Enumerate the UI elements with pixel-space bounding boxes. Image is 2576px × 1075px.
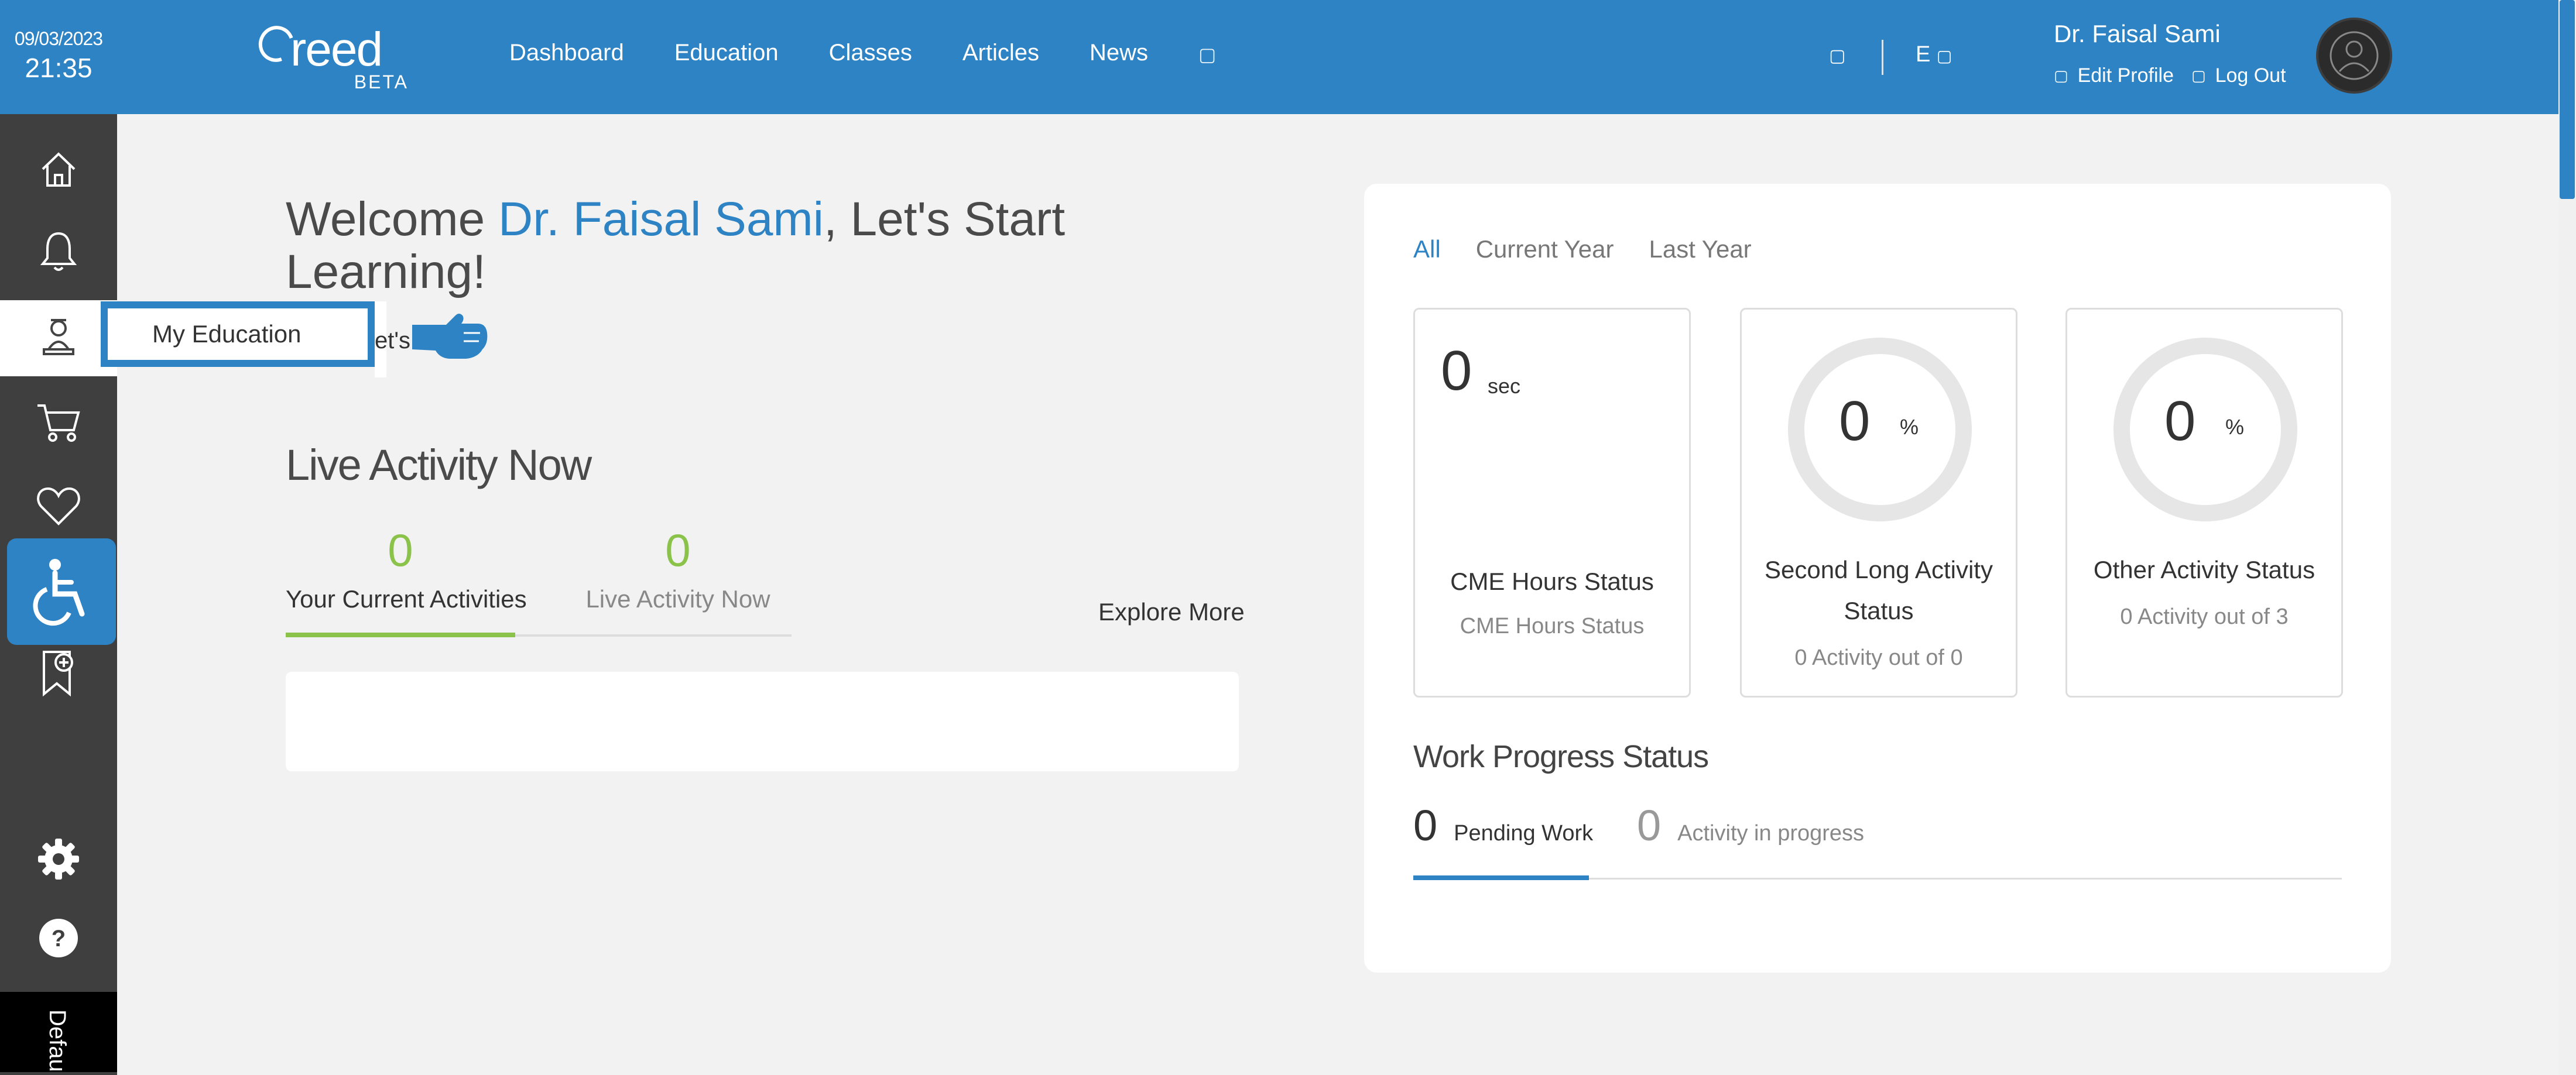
cart-icon — [37, 404, 80, 442]
edit-profile-link[interactable]: ▢ Edit Profile — [2054, 64, 2174, 87]
work-progress-active-indicator — [1413, 875, 1589, 880]
logo-text: reed — [290, 23, 383, 76]
sidebar-item-favorites[interactable] — [0, 468, 117, 544]
nav-classes[interactable]: Classes — [829, 40, 912, 66]
other-activity-subtitle: 0 Activity out of 3 — [2120, 605, 2289, 629]
filter-current-year[interactable]: Current Year — [1476, 235, 1614, 263]
pending-work-count: 0 — [1413, 801, 1438, 850]
date-time: 09/03/2023 21:35 — [0, 28, 117, 84]
live-activity-title: Live Activity Now — [286, 441, 592, 489]
main-nav: Dashboard Education Classes Articles New… — [509, 40, 1216, 66]
tab-activity-in-progress[interactable]: 0 Activity in progress — [1637, 801, 1864, 850]
nav-more-icon[interactable]: ▢ — [1198, 43, 1216, 66]
log-out-label: Log Out — [2215, 64, 2286, 87]
sidebar-item-cart[interactable] — [0, 384, 117, 461]
second-long-activity-card: 0 % Second Long Activity Status 0 Activi… — [1740, 308, 2017, 698]
sidebar-item-my-education[interactable] — [0, 300, 117, 376]
avatar[interactable] — [2316, 18, 2392, 94]
filter-all[interactable]: All — [1413, 235, 1441, 263]
second-long-activity-unit: % — [1900, 415, 1919, 439]
gear-icon — [38, 839, 79, 880]
language-dropdown-icon: ▢ — [1936, 47, 1952, 65]
tab-live-activity-now[interactable]: 0 Live Activity Now — [563, 524, 793, 613]
cme-hours-subtitle: CME Hours Status — [1460, 614, 1645, 638]
activity-list-card — [286, 672, 1239, 771]
logo[interactable]: reed BETA — [252, 20, 416, 92]
second-long-activity-value: 0 — [1839, 390, 1871, 452]
filter-last-year[interactable]: Last Year — [1649, 235, 1752, 263]
bookmark-add-icon — [43, 651, 73, 697]
activity-in-progress-count: 0 — [1637, 801, 1662, 850]
header-divider — [1882, 40, 1883, 75]
live-activity-count: 0 — [665, 524, 691, 576]
user-avatar-icon — [2330, 31, 2379, 80]
stats-filter-tabs: All Current Year Last Year — [1413, 235, 1752, 263]
accessibility-icon — [33, 559, 85, 626]
home-icon — [42, 152, 76, 187]
pending-work-label: Pending Work — [1454, 821, 1594, 846]
heart-icon — [37, 487, 80, 526]
second-long-activity-title-1: Second Long Activity — [1765, 556, 1993, 583]
explore-more-link[interactable]: Explore More — [1098, 598, 1245, 626]
my-education-tooltip: My Education — [101, 301, 375, 367]
pointing-hand-icon — [412, 314, 488, 359]
work-progress-title: Work Progress Status — [1413, 739, 1709, 774]
edit-profile-label: Edit Profile — [2077, 64, 2174, 87]
activity-tab-active-indicator — [286, 633, 515, 637]
bell-icon — [40, 232, 77, 271]
page-scrollbar[interactable] — [2558, 0, 2576, 1075]
top-bar: 09/03/2023 21:35 reed BETA Dashboard Edu… — [0, 0, 2576, 114]
user-name: Dr. Faisal Sami — [2054, 20, 2221, 47]
second-long-activity-subtitle: 0 Activity out of 0 — [1794, 645, 1963, 670]
second-long-activity-title-2: Status — [1844, 597, 1914, 624]
current-time: 21:35 — [25, 53, 93, 83]
sidebar-item-settings[interactable] — [0, 821, 117, 897]
svg-text:?: ? — [52, 926, 66, 952]
logout-icon: ▢ — [2191, 67, 2206, 84]
sidebar-item-home[interactable] — [0, 132, 117, 208]
tab-pending-work[interactable]: 0 Pending Work — [1413, 801, 1593, 850]
sidebar-item-bookmark-add[interactable] — [0, 635, 117, 711]
other-activity-donut — [2113, 338, 2297, 521]
nav-dashboard[interactable]: Dashboard — [509, 40, 624, 66]
nav-articles[interactable]: Articles — [962, 40, 1039, 66]
tab-your-current-activities[interactable]: 0 Your Current Activities — [286, 524, 527, 613]
welcome-heading: Welcome Dr. Faisal Sami, Let's Start Lea… — [286, 193, 1105, 298]
other-activity-title: Other Activity Status — [2093, 556, 2315, 583]
current-activities-label: Your Current Activities — [286, 585, 527, 613]
beta-label: BETA — [354, 71, 409, 92]
cme-hours-unit: sec — [1488, 374, 1521, 398]
language-label: E — [1916, 42, 1931, 67]
nav-news[interactable]: News — [1090, 40, 1148, 66]
other-activity-unit: % — [2225, 415, 2245, 439]
edit-icon: ▢ — [2054, 67, 2068, 84]
other-activity-value: 0 — [2164, 390, 2196, 452]
live-activity-label: Live Activity Now — [585, 585, 770, 613]
nav-education[interactable]: Education — [674, 40, 779, 66]
cme-hours-card: 0 sec CME Hours Status CME Hours Status — [1413, 308, 1691, 698]
second-long-activity-donut — [1788, 338, 1972, 521]
sidebar-item-notifications[interactable] — [0, 214, 117, 290]
education-icon — [43, 319, 74, 355]
other-activity-card: 0 % Other Activity Status 0 Activity out… — [2065, 308, 2343, 698]
current-activities-count: 0 — [388, 524, 413, 576]
sidebar-item-help[interactable]: ? — [0, 900, 117, 976]
current-date: 09/03/2023 — [14, 28, 103, 49]
welcome-user-name: Dr. Faisal Sami — [498, 193, 824, 246]
scrollbar-thumb[interactable] — [2560, 0, 2575, 199]
cme-hours-value: 0 — [1441, 339, 1472, 402]
activity-in-progress-label: Activity in progress — [1677, 821, 1865, 846]
log-out-link[interactable]: ▢ Log Out — [2191, 64, 2286, 87]
help-icon: ? — [39, 919, 78, 957]
sidebar: ? Defau — [0, 114, 117, 1075]
welcome-prefix: Welcome — [286, 193, 499, 246]
default-theme-tab[interactable]: Defau — [0, 992, 117, 1072]
cme-hours-title: CME Hours Status — [1450, 568, 1654, 595]
language-switcher[interactable]: E ▢ — [1916, 42, 1952, 67]
sidebar-item-accessibility[interactable] — [7, 538, 116, 645]
tooltip-label: My Education — [152, 320, 302, 348]
notifications-glyph-icon[interactable]: ▢ — [1829, 46, 1845, 66]
user-actions: ▢ Edit Profile ▢ Log Out — [2054, 64, 2286, 87]
default-tab-label: Defau — [44, 1009, 70, 1072]
